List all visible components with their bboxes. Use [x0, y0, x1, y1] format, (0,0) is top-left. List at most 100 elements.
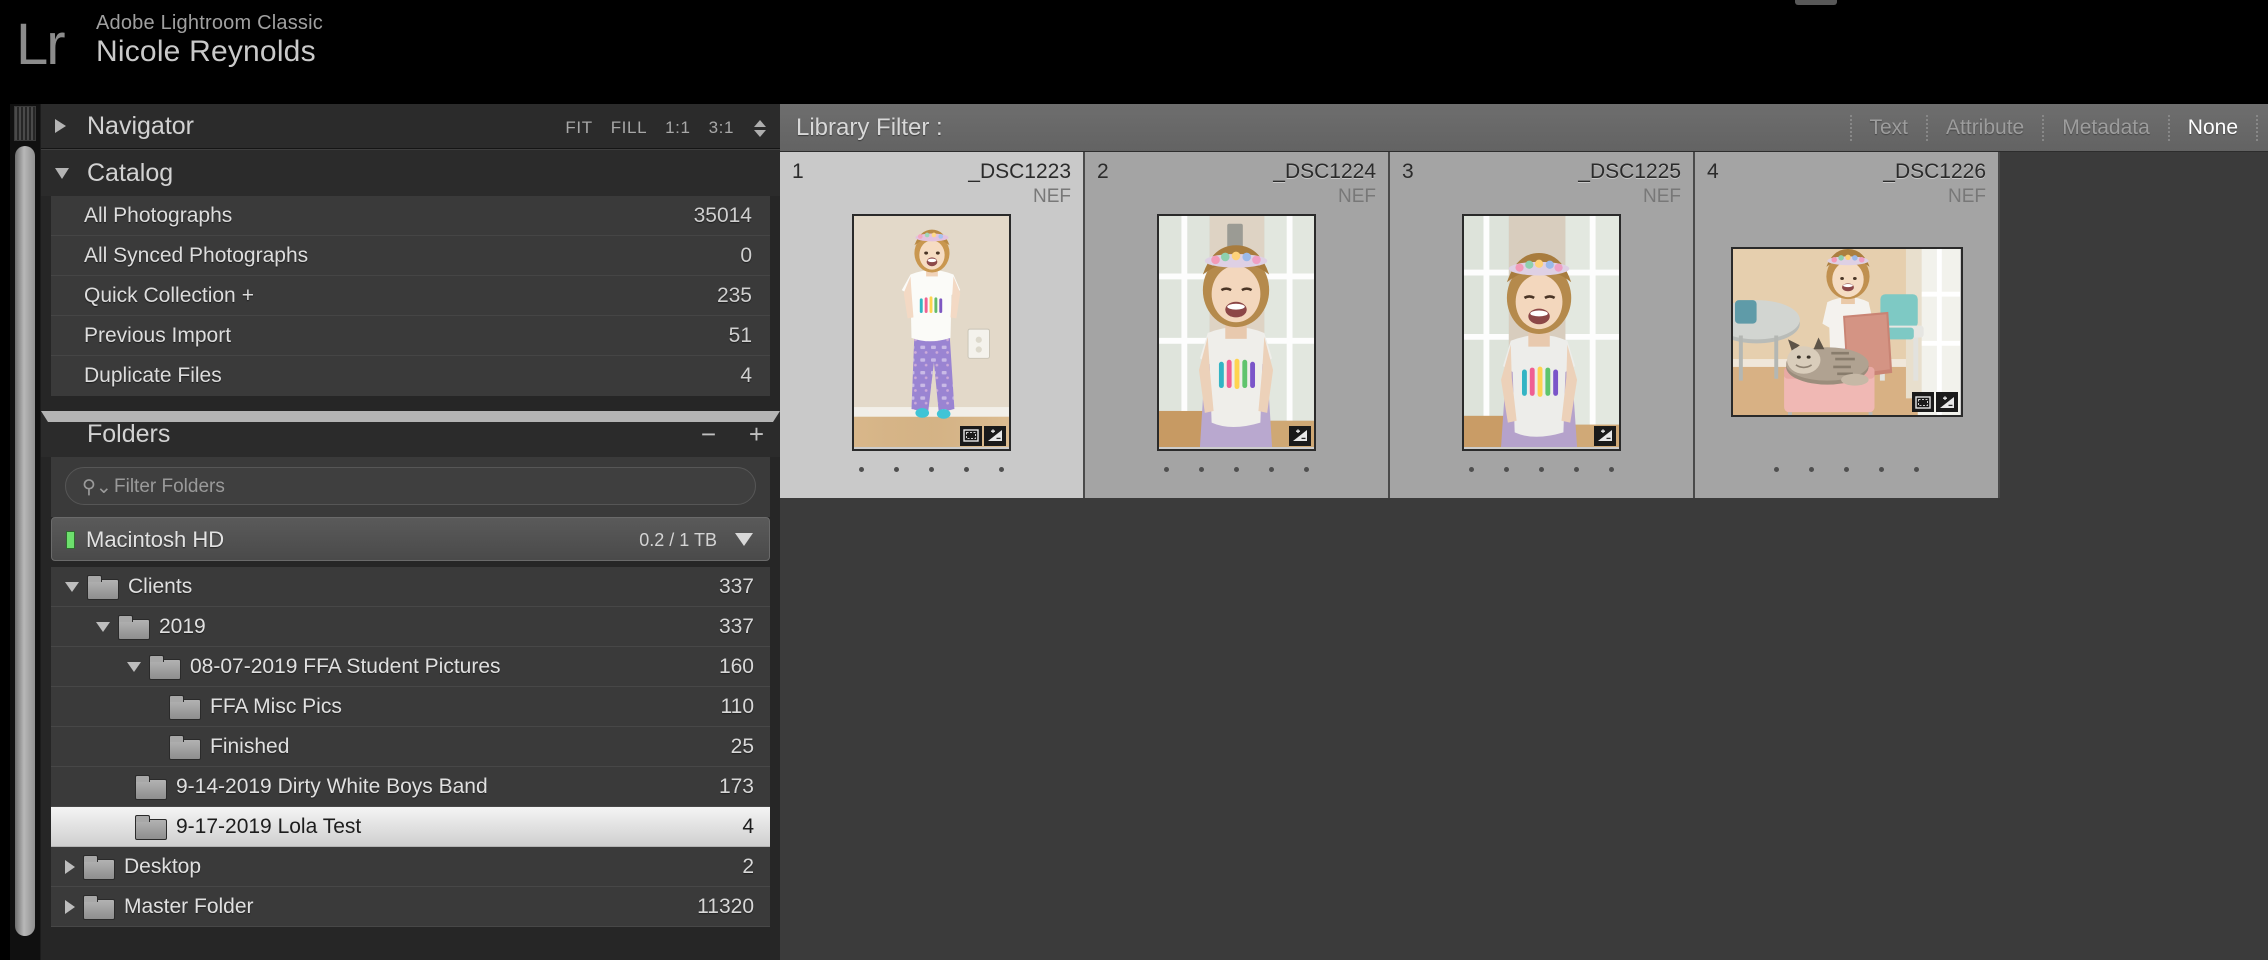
folder-icon — [135, 775, 167, 800]
chevron-right-icon[interactable] — [55, 119, 66, 133]
zoom-stepper[interactable] — [754, 119, 766, 137]
title-bar: Lr Adobe Lightroom Classic Nicole Reynol… — [0, 0, 2268, 104]
catalog-item-count: 4 — [740, 364, 752, 387]
folder-row-clients[interactable]: Clients 337 — [51, 567, 770, 607]
catalog-header[interactable]: Catalog — [41, 150, 780, 196]
chevron-down-icon[interactable] — [65, 581, 79, 592]
navigator-header[interactable]: Navigator FIT FILL 1:1 3:1 — [41, 104, 780, 148]
develop-badge[interactable] — [1935, 392, 1958, 412]
left-panel-scrollbar[interactable] — [10, 104, 40, 960]
filter-option-none[interactable]: None — [2170, 116, 2256, 140]
catalog-item-all-photographs[interactable]: All Photographs 35014 — [51, 196, 770, 236]
quick-collection-plus-icon[interactable]: + — [242, 284, 254, 307]
catalog-title: Catalog — [87, 159, 174, 187]
filter-folders-input[interactable]: ⚲⌄ Filter Folders — [65, 467, 756, 505]
thumbnail-container[interactable] — [780, 212, 1083, 452]
folder-count: 25 — [730, 734, 754, 758]
folder-count: 110 — [720, 694, 754, 718]
folder-tree: Clients 337 2019 337 08-07-2019 FFA Stud… — [51, 567, 770, 927]
content-area: Library Filter : Text Attribute Metadata… — [780, 104, 2268, 960]
zoom-fit[interactable]: FIT — [565, 118, 592, 138]
catalog-item-label: Duplicate Files — [84, 364, 222, 387]
catalog-item-duplicate-files[interactable]: Duplicate Files 4 — [51, 356, 770, 396]
folder-count: 173 — [718, 774, 754, 798]
grid-cell[interactable]: 1 _DSC1223 NEF — [780, 152, 1085, 498]
adjustment-icon — [988, 429, 1002, 441]
folder-name: 9-17-2019 Lola Test — [176, 814, 362, 838]
rating-dots[interactable] — [1695, 467, 1998, 472]
chevron-down-icon[interactable] — [127, 661, 141, 672]
catalog-item-quick-collection[interactable]: Quick Collection + 235 — [51, 276, 770, 316]
filter-option-attribute[interactable]: Attribute — [1928, 116, 2042, 140]
rating-dots[interactable] — [1390, 467, 1693, 472]
folders-header[interactable]: Folders − + — [41, 411, 780, 457]
catalog-list: All Photographs 35014 All Synced Photogr… — [51, 196, 770, 396]
scrollbar-grip-icon[interactable] — [14, 106, 36, 141]
folder-icon — [135, 815, 167, 840]
folder-row-desktop[interactable]: Desktop 2 — [51, 847, 770, 887]
develop-badge[interactable] — [1594, 425, 1616, 446]
adjustment-icon — [1293, 429, 1307, 441]
zoom-fill[interactable]: FILL — [611, 118, 647, 138]
user-name: Nicole Reynolds — [96, 35, 316, 68]
chevron-down-icon[interactable] — [55, 168, 69, 179]
library-filter-options: Text Attribute Metadata None — [1849, 115, 2258, 141]
folder-row-master-folder[interactable]: Master Folder 11320 — [51, 887, 770, 927]
filter-option-text[interactable]: Text — [1852, 116, 1927, 140]
catalog-item-count: 235 — [716, 284, 752, 307]
thumbnail-badges — [1289, 425, 1311, 446]
chevron-right-icon[interactable] — [65, 899, 75, 914]
cell-index: 3 — [1402, 160, 1414, 183]
filter-separator — [2256, 115, 2258, 141]
catalog-item-count: 51 — [728, 324, 752, 347]
volume-macintosh-hd[interactable]: Macintosh HD 0.2 / 1 TB — [51, 517, 770, 561]
rating-dots[interactable] — [1085, 467, 1388, 472]
catalog-item-all-synced-photographs[interactable]: All Synced Photographs 0 — [51, 236, 770, 276]
zoom-3-1[interactable]: 3:1 — [709, 118, 734, 138]
folder-icon — [169, 695, 201, 720]
scrollbar-thumb[interactable] — [15, 146, 35, 936]
lightroom-logo-icon: Lr — [16, 12, 66, 77]
thumbnail-container[interactable] — [1695, 212, 1998, 452]
folder-row-ffa-student-pictures[interactable]: 08-07-2019 FFA Student Pictures 160 — [51, 647, 770, 687]
chevron-down-icon[interactable] — [96, 621, 110, 632]
caret-down-icon[interactable] — [754, 129, 766, 137]
volume-chevron-down-icon[interactable] — [735, 533, 753, 546]
photo-thumbnail[interactable] — [1730, 247, 1963, 417]
add-folder-button[interactable]: + — [749, 421, 764, 447]
folder-row-2019[interactable]: 2019 337 — [51, 607, 770, 647]
folder-row-dirty-white-boys-band[interactable]: 9-14-2019 Dirty White Boys Band 173 — [51, 767, 770, 807]
grid-cell[interactable]: 2 _DSC1224 NEF — [1085, 152, 1390, 498]
filter-option-metadata[interactable]: Metadata — [2044, 116, 2168, 140]
photo-artwork — [1464, 215, 1619, 447]
chevron-right-icon[interactable] — [65, 859, 75, 874]
rating-dots[interactable] — [780, 467, 1083, 472]
folder-row-finished[interactable]: Finished 25 — [51, 727, 770, 767]
folder-row-lola-test[interactable]: 9-17-2019 Lola Test 4 — [51, 807, 770, 847]
thumbnail-container[interactable] — [1390, 212, 1693, 452]
caret-up-icon[interactable] — [754, 119, 766, 127]
photo-thumbnail[interactable] — [852, 213, 1011, 451]
crop-badge[interactable] — [1911, 392, 1934, 412]
develop-badge[interactable] — [1289, 425, 1311, 446]
grid-cell[interactable]: 4 _DSC1226 NEF — [1695, 152, 2000, 498]
cell-file-extension: NEF — [1948, 186, 1986, 207]
photo-thumbnail[interactable] — [1462, 213, 1621, 451]
develop-badge[interactable] — [984, 425, 1006, 446]
folder-icon — [83, 855, 115, 880]
folder-icon — [87, 575, 119, 600]
cell-filename: _DSC1226 — [1883, 160, 1986, 183]
crop-badge[interactable] — [960, 425, 982, 446]
window-top-handle[interactable] — [1795, 0, 1837, 5]
remove-folder-button[interactable]: − — [701, 421, 716, 447]
photo-artwork — [854, 215, 1009, 447]
folder-filter-container: ⚲⌄ Filter Folders — [51, 457, 770, 517]
photo-thumbnail[interactable] — [1157, 213, 1316, 451]
catalog-item-label: All Photographs — [84, 204, 233, 227]
folder-name: Clients — [128, 574, 193, 598]
folder-row-ffa-misc-pics[interactable]: FFA Misc Pics 110 — [51, 687, 770, 727]
grid-cell[interactable]: 3 _DSC1225 NEF — [1390, 152, 1695, 498]
zoom-1-1[interactable]: 1:1 — [665, 118, 690, 138]
catalog-item-previous-import[interactable]: Previous Import 51 — [51, 316, 770, 356]
thumbnail-container[interactable] — [1085, 212, 1388, 452]
